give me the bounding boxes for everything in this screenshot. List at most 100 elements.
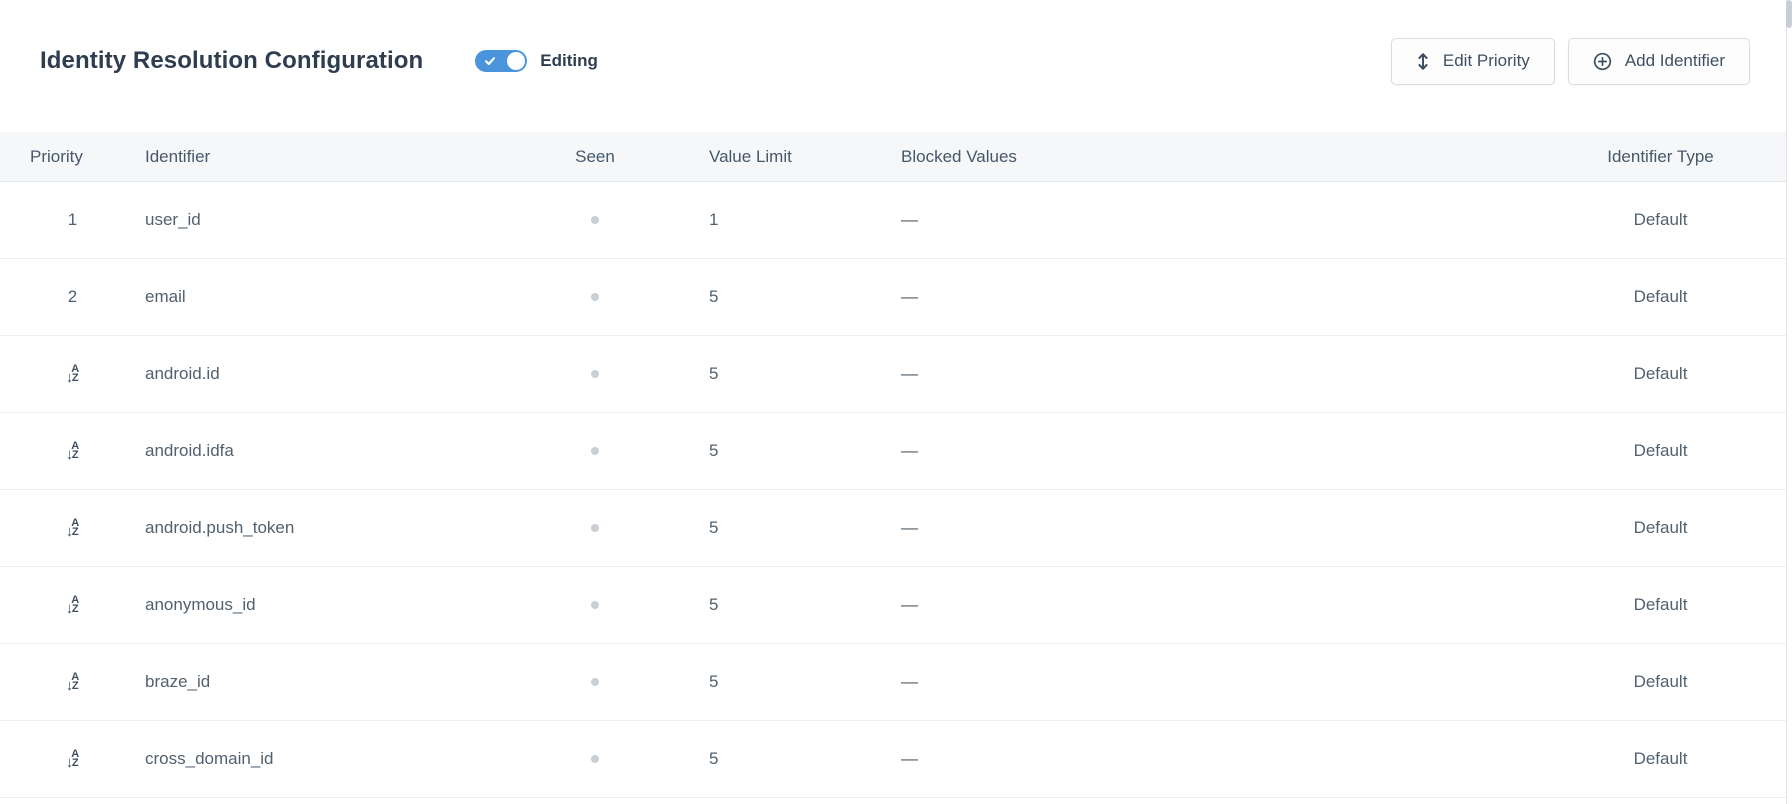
identifier-type-cell: Default xyxy=(1535,490,1786,566)
table-body: 1 user_id 1 — Default 2 email 5 xyxy=(0,182,1786,798)
identifier-cell: android.idfa xyxy=(115,413,545,489)
blocked-values-cell: — xyxy=(835,567,1535,643)
seen-cell xyxy=(545,259,645,335)
plus-circle-icon xyxy=(1593,52,1612,71)
priority-cell: ↓ A Z xyxy=(0,721,115,797)
column-header-identifier: Identifier xyxy=(115,132,545,181)
column-header-value_limit: Value Limit xyxy=(645,132,835,181)
identifier-type-cell: Default xyxy=(1535,567,1786,643)
priority-cell: ↓ A Z xyxy=(0,490,115,566)
add-identifier-button[interactable]: Add Identifier xyxy=(1568,38,1750,85)
priority-number: 1 xyxy=(68,210,77,230)
priority-cell: ↓ A Z xyxy=(0,567,115,643)
identifier-name: android.idfa xyxy=(145,441,234,461)
priority-number: 2 xyxy=(68,287,77,307)
blocked-values: — xyxy=(901,672,918,692)
blocked-values-cell: — xyxy=(835,490,1535,566)
identifier-type-cell: Default xyxy=(1535,721,1786,797)
blocked-values: — xyxy=(901,441,918,461)
alphabetical-sort-icon: ↓ A Z xyxy=(66,519,79,538)
table-row[interactable]: 1 user_id 1 — Default xyxy=(0,182,1786,259)
value-limit-cell: 1 xyxy=(645,182,835,258)
value-limit: 5 xyxy=(709,672,718,692)
identifier-name: email xyxy=(145,287,186,307)
seen-cell xyxy=(545,644,645,720)
blocked-values: — xyxy=(901,749,918,769)
identifier-type-cell: Default xyxy=(1535,644,1786,720)
blocked-values-cell: — xyxy=(835,721,1535,797)
check-icon xyxy=(484,56,496,66)
identifier-type-cell: Default xyxy=(1535,413,1786,489)
priority-cell: ↓ A Z xyxy=(0,336,115,412)
identifier-cell: android.id xyxy=(115,336,545,412)
identifier-type: Default xyxy=(1634,287,1688,307)
editing-toggle[interactable] xyxy=(475,50,527,72)
table-row[interactable]: ↓ A Z braze_id 5 — Default xyxy=(0,644,1786,721)
column-header-identifier_type: Identifier Type xyxy=(1535,132,1786,181)
seen-dot xyxy=(591,216,599,224)
value-limit-cell: 5 xyxy=(645,413,835,489)
value-limit: 5 xyxy=(709,595,718,615)
seen-cell xyxy=(545,490,645,566)
identifier-cell: braze_id xyxy=(115,644,545,720)
blocked-values-cell: — xyxy=(835,259,1535,335)
alphabetical-sort-icon: ↓ A Z xyxy=(66,442,79,461)
blocked-values-cell: — xyxy=(835,413,1535,489)
identifier-type: Default xyxy=(1634,441,1688,461)
value-limit: 5 xyxy=(709,518,718,538)
table-row[interactable]: ↓ A Z android.id 5 — Default xyxy=(0,336,1786,413)
value-limit-cell: 5 xyxy=(645,490,835,566)
table-row[interactable]: ↓ A Z anonymous_id 5 — Default xyxy=(0,567,1786,644)
up-down-arrow-icon xyxy=(1416,52,1430,71)
edit-priority-label: Edit Priority xyxy=(1443,51,1530,71)
blocked-values-cell: — xyxy=(835,182,1535,258)
identifier-type: Default xyxy=(1634,364,1688,384)
editing-toggle-label: Editing xyxy=(540,51,598,71)
priority-cell: 2 xyxy=(0,259,115,335)
table-row[interactable]: ↓ A Z cross_domain_id 5 — Default xyxy=(0,721,1786,798)
identifier-cell: anonymous_id xyxy=(115,567,545,643)
seen-dot xyxy=(591,678,599,686)
priority-cell: ↓ A Z xyxy=(0,644,115,720)
alphabetical-sort-icon: ↓ A Z xyxy=(66,365,79,384)
seen-cell xyxy=(545,567,645,643)
edit-priority-button[interactable]: Edit Priority xyxy=(1391,38,1555,85)
scrollbar-thumb[interactable] xyxy=(1786,0,1792,28)
column-header-seen: Seen xyxy=(545,132,645,181)
value-limit: 5 xyxy=(709,364,718,384)
alphabetical-sort-icon: ↓ A Z xyxy=(66,596,79,615)
column-header-priority: Priority xyxy=(0,132,115,181)
identifier-name: anonymous_id xyxy=(145,595,256,615)
seen-dot xyxy=(591,755,599,763)
table-row[interactable]: ↓ A Z android.push_token 5 — Default xyxy=(0,490,1786,567)
blocked-values: — xyxy=(901,287,918,307)
value-limit: 5 xyxy=(709,749,718,769)
blocked-values: — xyxy=(901,518,918,538)
identifier-type-cell: Default xyxy=(1535,336,1786,412)
blocked-values-cell: — xyxy=(835,644,1535,720)
value-limit: 5 xyxy=(709,441,718,461)
add-identifier-label: Add Identifier xyxy=(1625,51,1725,71)
blocked-values: — xyxy=(901,595,918,615)
identifier-type-cell: Default xyxy=(1535,182,1786,258)
table-row[interactable]: ↓ A Z android.idfa 5 — Default xyxy=(0,413,1786,490)
seen-dot xyxy=(591,447,599,455)
identifier-name: user_id xyxy=(145,210,201,230)
blocked-values: — xyxy=(901,364,918,384)
value-limit: 1 xyxy=(709,210,718,230)
identifier-name: cross_domain_id xyxy=(145,749,274,769)
seen-dot xyxy=(591,601,599,609)
identifier-name: android.id xyxy=(145,364,220,384)
identifier-name: android.push_token xyxy=(145,518,294,538)
identifier-cell: android.push_token xyxy=(115,490,545,566)
page-title: Identity Resolution Configuration xyxy=(40,47,423,75)
priority-cell: ↓ A Z xyxy=(0,413,115,489)
table-row[interactable]: 2 email 5 — Default xyxy=(0,259,1786,336)
toggle-knob[interactable] xyxy=(507,52,525,70)
value-limit-cell: 5 xyxy=(645,259,835,335)
identifier-cell: user_id xyxy=(115,182,545,258)
identifier-type: Default xyxy=(1634,749,1688,769)
identifier-cell: cross_domain_id xyxy=(115,721,545,797)
alphabetical-sort-icon: ↓ A Z xyxy=(66,673,79,692)
seen-dot xyxy=(591,524,599,532)
